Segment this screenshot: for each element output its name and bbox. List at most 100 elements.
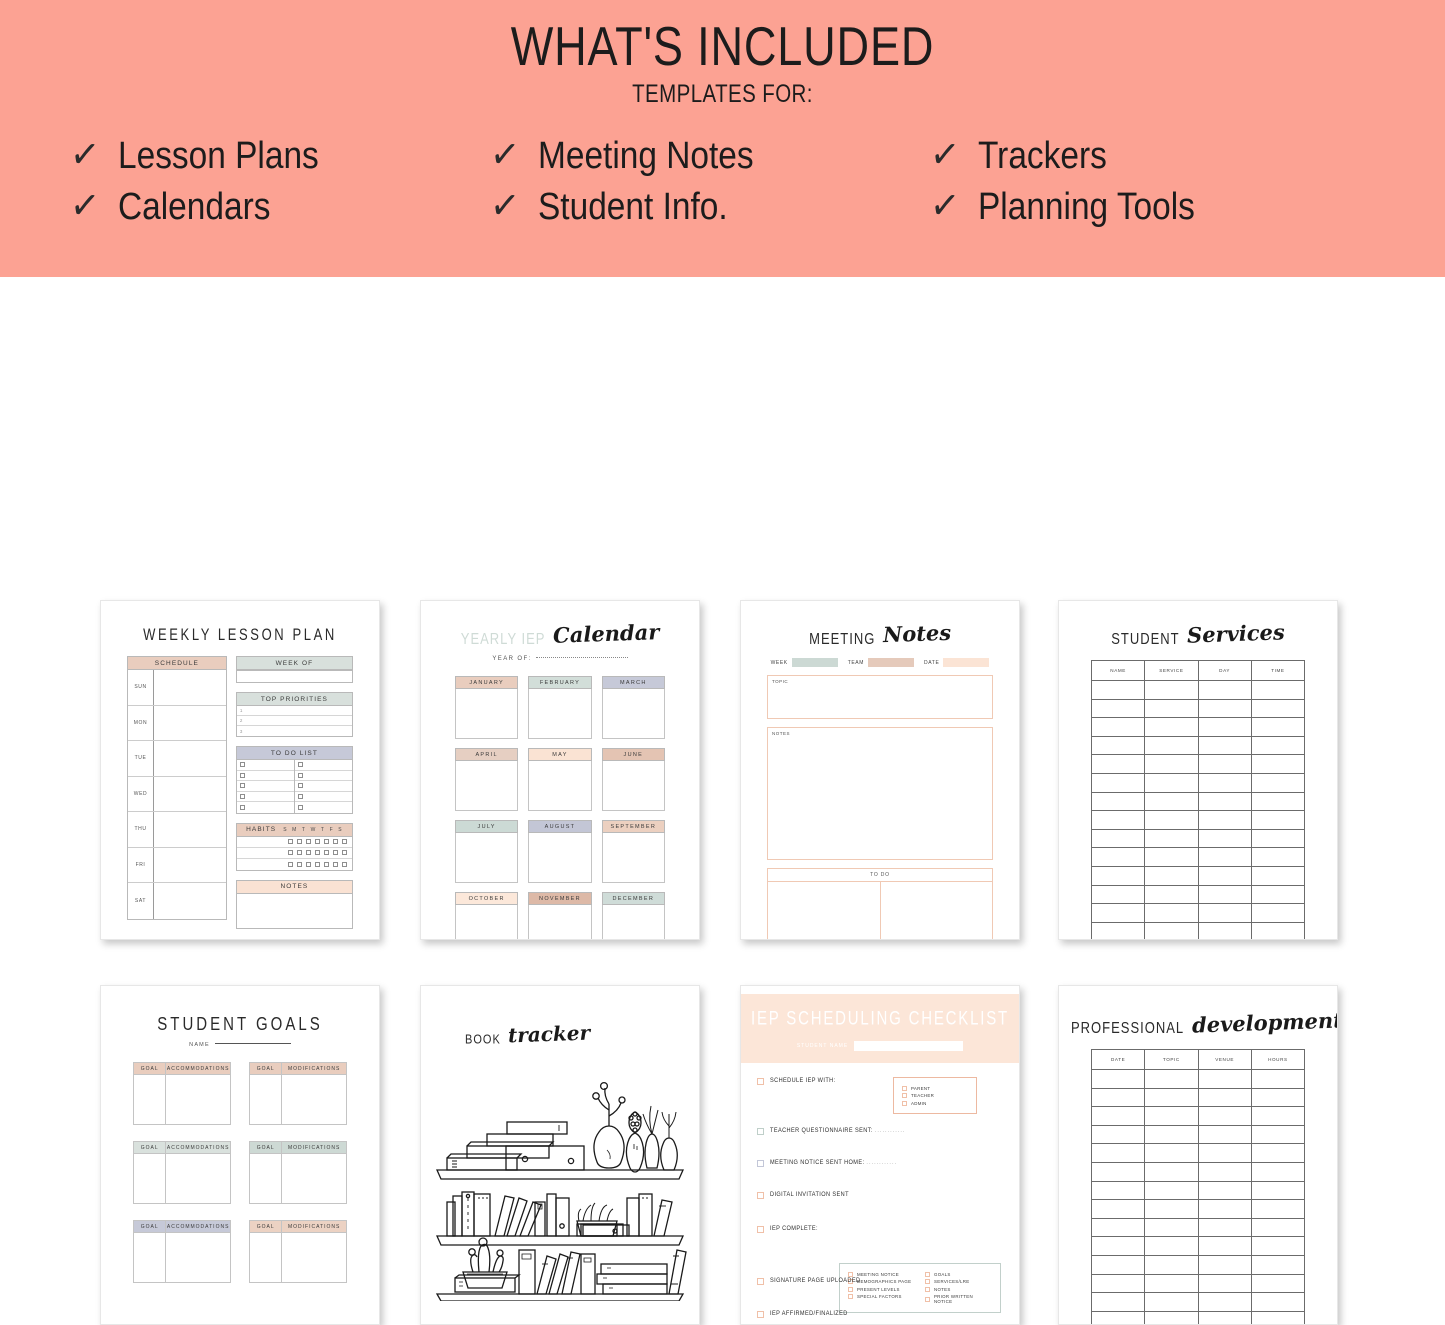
table-cell[interactable] (1252, 1182, 1304, 1200)
table-cell[interactable] (1252, 886, 1304, 904)
table-cell[interactable] (1145, 829, 1199, 848)
checkbox-icon[interactable] (342, 850, 347, 855)
table-row[interactable] (1092, 1070, 1304, 1089)
goal-cell[interactable] (249, 1233, 282, 1283)
table-cell[interactable] (1145, 1070, 1199, 1088)
table-row[interactable] (1092, 1255, 1304, 1275)
notes-box[interactable]: NOTES (767, 727, 993, 860)
goal-box[interactable]: GOAL ACCOMMODATIONS (133, 1141, 231, 1204)
checkbox-icon[interactable] (333, 861, 338, 867)
table-cell[interactable] (1252, 830, 1304, 848)
month-body[interactable] (455, 689, 519, 739)
checkbox-icon[interactable] (297, 861, 302, 867)
table-row[interactable] (1092, 904, 1304, 923)
table-cell[interactable] (1252, 700, 1304, 718)
table-cell[interactable] (1092, 1107, 1146, 1125)
table-cell[interactable] (1199, 1107, 1252, 1125)
table-row[interactable] (1092, 811, 1304, 830)
todo-item[interactable] (236, 781, 295, 792)
schedule-row[interactable]: WED (128, 776, 226, 812)
checkbox-icon[interactable] (757, 1192, 764, 1199)
checkbox-icon[interactable] (848, 1271, 853, 1277)
table-cell[interactable] (1145, 681, 1199, 699)
checkbox-icon[interactable] (306, 850, 311, 855)
month-block[interactable]: AUGUST (528, 820, 592, 883)
todo-item[interactable] (236, 792, 295, 802)
table-cell[interactable] (1252, 1070, 1304, 1088)
month-body[interactable] (528, 905, 592, 939)
table-cell[interactable] (1145, 1144, 1199, 1162)
checkbox-icon[interactable] (306, 861, 311, 867)
detail-cell[interactable] (281, 1075, 347, 1125)
option-present-levels[interactable]: PRESENT LEVELS (848, 1286, 915, 1292)
table-cell[interactable] (1092, 811, 1146, 829)
table-cell[interactable] (1252, 867, 1304, 885)
checkbox-icon[interactable] (315, 861, 320, 867)
schedule-row[interactable]: TUE (128, 741, 226, 777)
month-block[interactable]: MAY (528, 748, 592, 811)
table-cell[interactable] (1252, 755, 1304, 773)
table-cell[interactable] (1145, 1107, 1199, 1125)
checkbox-icon[interactable] (288, 861, 293, 867)
table-cell[interactable] (1199, 829, 1252, 848)
detail-cell[interactable] (165, 1075, 231, 1125)
table-cell[interactable] (1199, 885, 1252, 904)
student-name-field[interactable]: STUDENT NAME (741, 1041, 1019, 1051)
table-cell[interactable] (1199, 1255, 1252, 1274)
table-cell[interactable] (1199, 736, 1252, 755)
todo-item[interactable] (295, 792, 352, 802)
month-body[interactable] (528, 761, 592, 811)
month-body[interactable] (601, 905, 665, 939)
checkbox-icon[interactable] (333, 839, 338, 844)
table-cell[interactable] (1199, 1237, 1252, 1255)
table-cell[interactable] (1145, 1274, 1199, 1293)
table-cell[interactable] (1092, 1293, 1146, 1311)
table-cell[interactable] (1092, 829, 1146, 848)
option-teacher[interactable]: TEACHER (902, 1093, 968, 1098)
table-cell[interactable] (1092, 718, 1146, 736)
table-cell[interactable] (1252, 1312, 1304, 1324)
checkbox-icon[interactable] (342, 839, 347, 844)
field-input[interactable] (868, 658, 915, 667)
goal-box[interactable]: GOAL MODIFICATIONS (249, 1141, 347, 1204)
table-cell[interactable] (1092, 1070, 1146, 1088)
month-body[interactable] (455, 905, 519, 939)
table-cell[interactable] (1092, 1311, 1146, 1324)
table-cell[interactable] (1145, 1218, 1199, 1237)
month-block[interactable]: FEBRUARY (528, 676, 592, 739)
table-cell[interactable] (1252, 1126, 1304, 1144)
table-cell[interactable] (1199, 681, 1252, 699)
table-cell[interactable] (1252, 923, 1304, 939)
table-row[interactable] (1092, 718, 1304, 737)
table-cell[interactable] (1145, 699, 1199, 718)
table-cell[interactable] (1252, 1275, 1304, 1293)
checkbox-icon[interactable] (298, 762, 304, 768)
habit-row[interactable] (237, 859, 352, 870)
todo-item[interactable] (236, 771, 295, 781)
table-cell[interactable] (1199, 811, 1252, 829)
table-cell[interactable] (1252, 793, 1304, 811)
table-cell[interactable] (1145, 792, 1199, 811)
table-cell[interactable] (1092, 736, 1146, 755)
todo-column-right[interactable] (880, 882, 992, 939)
habit-row[interactable] (236, 837, 352, 848)
table-cell[interactable] (1199, 1274, 1252, 1293)
table-cell[interactable] (1145, 773, 1199, 792)
month-body[interactable] (455, 833, 519, 883)
table-cell[interactable] (1145, 922, 1199, 939)
notes-area[interactable] (235, 893, 353, 929)
checkbox-icon[interactable] (757, 1128, 764, 1135)
field-input[interactable] (943, 658, 990, 667)
table-cell[interactable] (1199, 1311, 1252, 1324)
option-special-factors[interactable]: SPECIAL FACTORS (848, 1294, 915, 1299)
todo-item[interactable] (295, 781, 352, 792)
checkbox-icon[interactable] (324, 839, 329, 844)
month-block[interactable]: JULY (455, 820, 519, 883)
month-body[interactable] (455, 761, 519, 811)
table-cell[interactable] (1199, 1070, 1252, 1088)
checkbox-icon[interactable] (297, 839, 302, 844)
field-week[interactable]: WEEK (771, 658, 838, 667)
template-card-weekly-lesson-plan[interactable]: WEEKLY LESSON PLAN SCHEDULE SUN MON TUE … (100, 600, 380, 940)
month-body[interactable] (601, 761, 665, 811)
table-row[interactable] (1092, 1107, 1304, 1126)
